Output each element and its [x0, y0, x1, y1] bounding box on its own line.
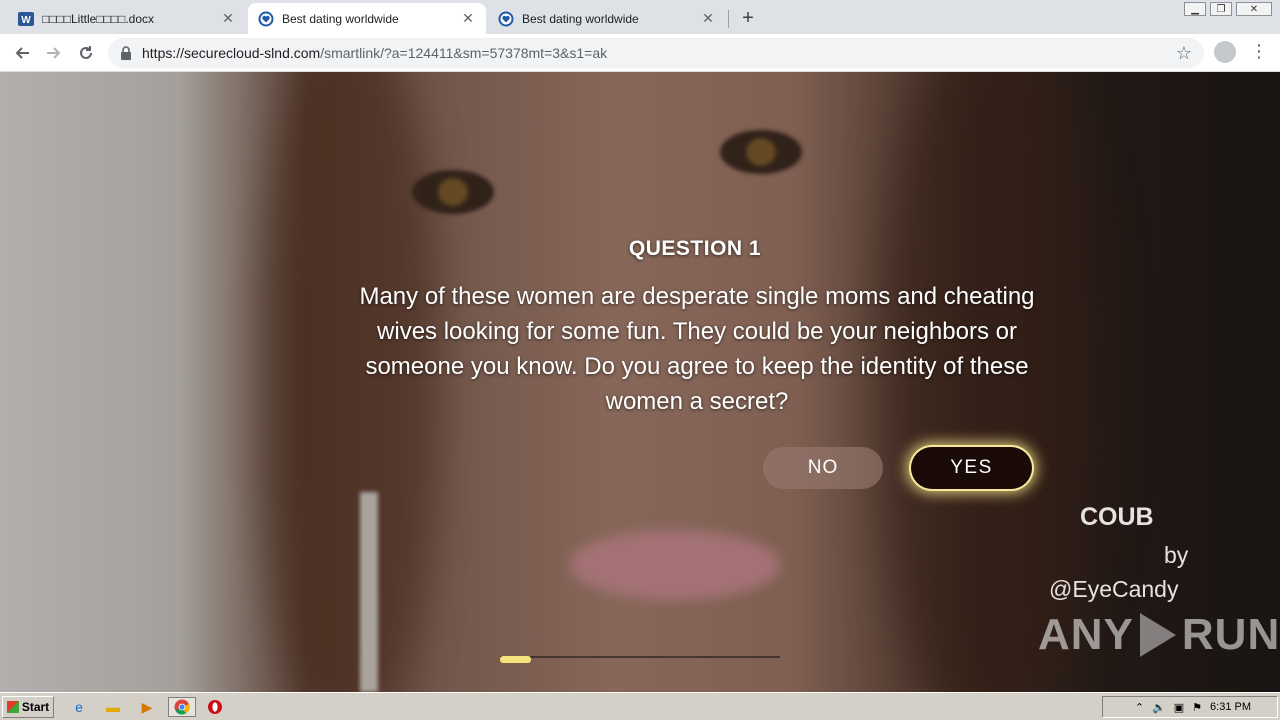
volume-icon[interactable]: 🔈: [1152, 701, 1166, 714]
action-center-flag-icon[interactable]: ⚑: [1192, 701, 1202, 714]
windows-taskbar: Start e ▬ ▶ ⌃ 🔈 ▣ ⚑ 6:31 PM: [0, 692, 1280, 720]
close-icon[interactable]: ✕: [220, 10, 236, 27]
window-close-button[interactable]: ✕: [1236, 2, 1272, 16]
start-label: Start: [21, 700, 50, 714]
quiz-progress-fill: [500, 656, 531, 663]
back-arrow-icon: [15, 47, 29, 59]
page-content: QUESTION 1 Many of these women are despe…: [0, 72, 1280, 692]
browser-menu-button[interactable]: ⋮: [1250, 40, 1268, 64]
tab-divider: [728, 10, 729, 28]
lock-icon: [121, 46, 131, 60]
svg-text:W: W: [21, 15, 31, 26]
heart-shield-icon: [258, 11, 274, 27]
tray-expand-icon[interactable]: ⌃: [1135, 701, 1144, 714]
play-icon: [1139, 613, 1176, 657]
system-tray: ⌃ 🔈 ▣ ⚑ 6:31 PM: [1102, 696, 1278, 718]
forward-button[interactable]: [40, 39, 68, 67]
no-button[interactable]: NO: [763, 447, 883, 489]
back-button[interactable]: [8, 39, 36, 67]
chrome-taskbar-button[interactable]: [168, 697, 196, 717]
start-button[interactable]: Start: [2, 696, 54, 718]
url-path: /smartlink/?a=124411&sm=57378mt=3&s1=ak: [320, 45, 608, 61]
tab-word-doc[interactable]: W □□□□Little□□□□.docx ✕: [8, 3, 246, 34]
tab-strip: W □□□□Little□□□□.docx ✕ Best dating worl…: [0, 0, 1280, 34]
tab-dating[interactable]: Best dating worldwide ✕: [488, 3, 726, 34]
restore-button[interactable]: ❐: [1210, 2, 1232, 16]
close-icon[interactable]: ✕: [700, 10, 716, 27]
minimize-button[interactable]: ▁: [1184, 2, 1206, 16]
file-explorer-icon[interactable]: ▬: [102, 697, 124, 717]
clock[interactable]: 6:31 PM: [1210, 701, 1251, 713]
word-icon: W: [18, 11, 34, 27]
browser-toolbar: https://securecloud-slnd.com/smartlink/?…: [0, 34, 1280, 72]
network-icon[interactable]: ▣: [1174, 701, 1184, 714]
watermark-text-left: ANY: [1038, 610, 1134, 659]
coub-username: @EyeCandy: [1049, 576, 1179, 602]
forward-arrow-icon: [47, 47, 61, 59]
tab-dating-active[interactable]: Best dating worldwide ✕: [248, 3, 486, 34]
tab-title: Best dating worldwide: [282, 11, 399, 26]
anyrun-watermark: ANY RUN: [1038, 610, 1280, 660]
media-player-icon[interactable]: ▶: [136, 697, 158, 717]
coub-by-text: by: [1164, 542, 1189, 568]
internet-explorer-icon[interactable]: e: [68, 697, 90, 717]
profile-avatar[interactable]: [1214, 41, 1236, 63]
address-bar[interactable]: https://securecloud-slnd.com/smartlink/?…: [108, 38, 1204, 68]
watermark-text-right: RUN: [1181, 610, 1280, 659]
chrome-icon: [174, 699, 190, 715]
tab-title: □□□□Little□□□□.docx: [42, 11, 155, 26]
opera-icon[interactable]: [204, 697, 226, 717]
close-icon[interactable]: ✕: [460, 10, 476, 27]
question-text: Many of these women are desperate single…: [359, 283, 1035, 415]
new-tab-button[interactable]: +: [736, 6, 760, 30]
heart-shield-icon: [498, 11, 514, 27]
bookmark-star-icon[interactable]: ☆: [1176, 43, 1192, 64]
yes-button[interactable]: YES: [911, 447, 1032, 489]
tab-title: Best dating worldwide: [522, 11, 639, 26]
coub-logo: COUB: [1080, 503, 1154, 531]
question-title: QUESTION 1: [628, 237, 762, 260]
quiz-progress-track: [500, 656, 780, 658]
reload-button[interactable]: [72, 39, 100, 67]
windows-logo-icon: [6, 701, 19, 713]
url-host: https://securecloud-slnd.com: [142, 45, 321, 61]
reload-icon: [80, 46, 92, 59]
